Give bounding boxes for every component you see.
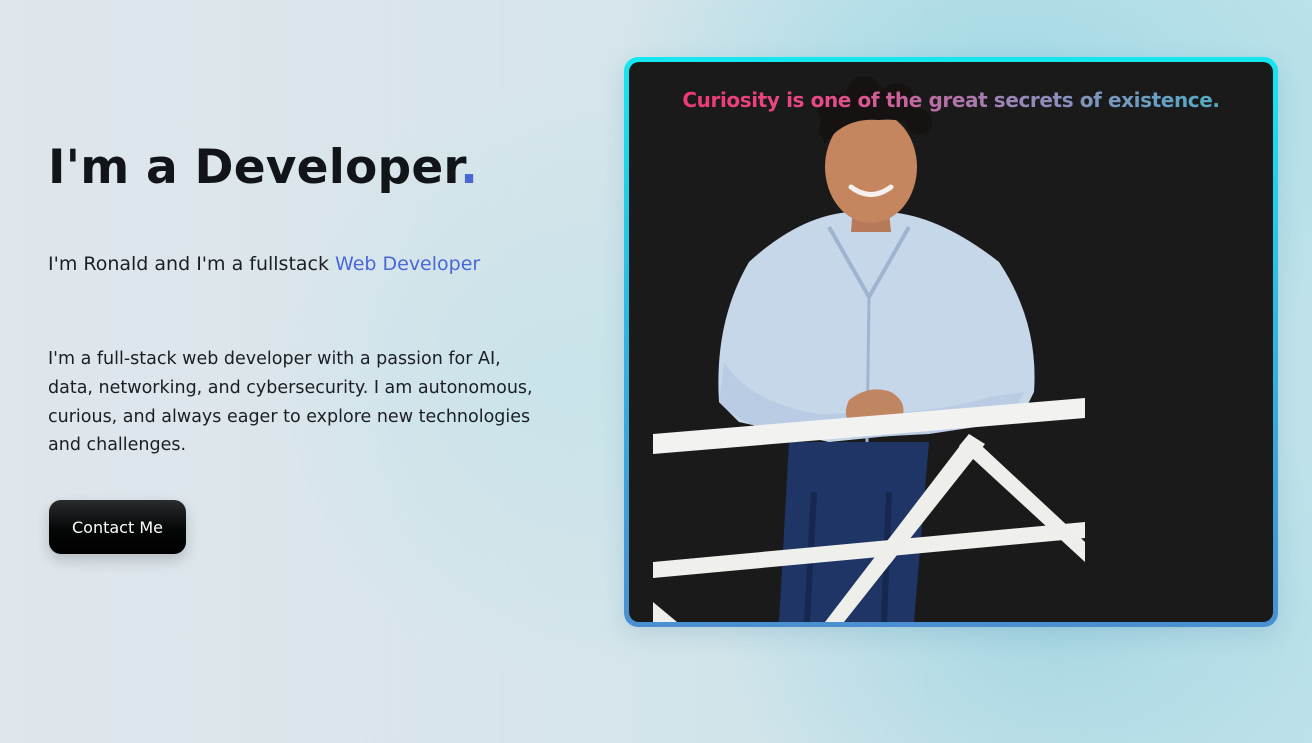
bio-paragraph: I'm a full-stack web developer with a pa… (48, 349, 533, 456)
headline-text: I'm a Developer (48, 140, 461, 195)
page-title: I'm a Developer. (48, 140, 478, 195)
intro-role: Web Developer (335, 253, 481, 275)
profile-photo-frame: Curiosity is one of the great secrets of… (629, 62, 1273, 622)
intro-prefix: I'm Ronald and I'm a fullstack (48, 253, 336, 275)
photo-quote: Curiosity is one of the great secrets of… (629, 88, 1273, 112)
headline-accent-dot: . (460, 140, 479, 195)
contact-me-button[interactable]: Contact Me (49, 500, 186, 554)
profile-photo-card: Curiosity is one of the great secrets of… (624, 57, 1278, 627)
intro-line: I'm Ronald and I'm a fullstack Web Devel… (48, 253, 480, 275)
portrait-photo (653, 76, 1085, 622)
